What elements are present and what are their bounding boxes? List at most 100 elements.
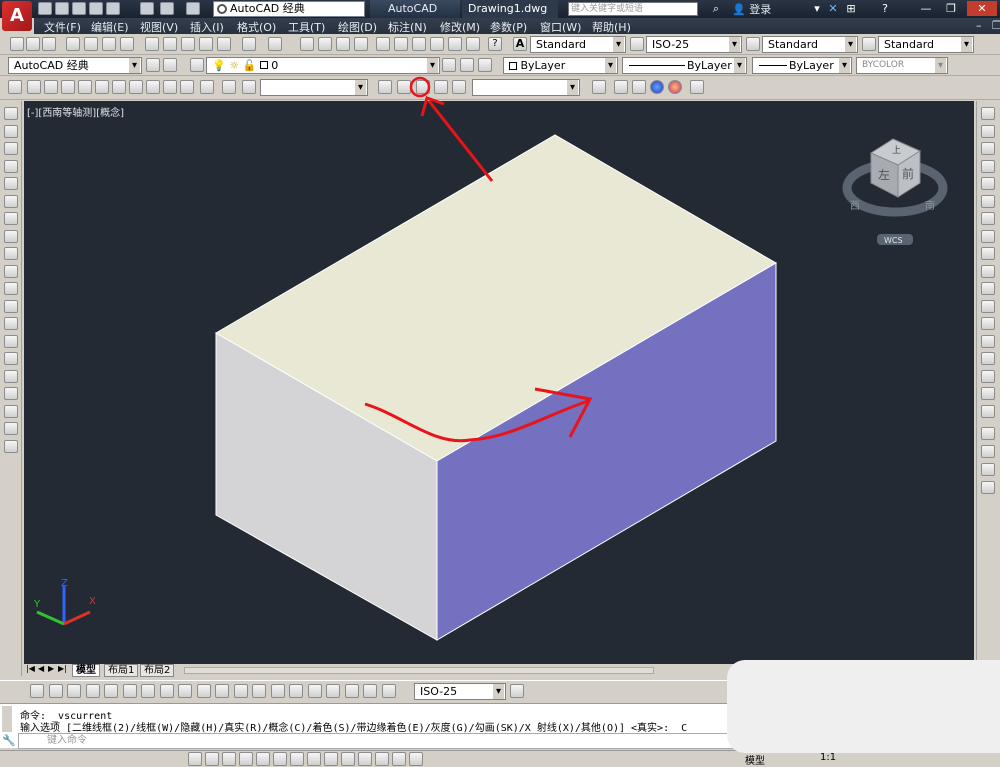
osnap-icon[interactable] <box>256 752 270 766</box>
conceptual-style-icon[interactable] <box>668 80 682 94</box>
baseline-icon[interactable] <box>196 684 211 698</box>
table-icon[interactable] <box>4 404 18 418</box>
explode-icon[interactable] <box>981 404 995 418</box>
cut-icon[interactable] <box>145 37 159 51</box>
polar-icon[interactable] <box>239 752 253 766</box>
wrench-icon[interactable]: 🔧 <box>2 734 16 748</box>
back-view-icon[interactable] <box>112 80 126 94</box>
close-button[interactable]: ✕ <box>967 1 997 16</box>
make-block-icon[interactable] <box>4 317 18 330</box>
dim-style-select-bottom[interactable]: ISO-25 <box>414 683 506 700</box>
polygon-icon[interactable] <box>4 159 18 173</box>
ellipse-icon[interactable] <box>4 264 18 278</box>
quickcalc-icon[interactable] <box>466 37 480 51</box>
make-current-layer-icon[interactable] <box>442 58 456 72</box>
open-icon[interactable] <box>26 37 40 51</box>
text-style-select[interactable]: Standard <box>530 36 626 53</box>
array-icon[interactable] <box>981 177 995 190</box>
menu-dimension[interactable]: 标注(N) <box>388 19 427 35</box>
right-view-icon[interactable] <box>78 80 92 94</box>
move-icon[interactable] <box>981 194 995 208</box>
space-icon[interactable] <box>233 684 248 698</box>
open-file-icon[interactable] <box>55 2 69 15</box>
2d-wireframe-icon[interactable] <box>614 80 628 94</box>
send-under-icon[interactable] <box>981 481 995 494</box>
plot-icon[interactable] <box>66 37 80 51</box>
menu-modify[interactable]: 修改(M) <box>440 19 480 35</box>
workspace-settings-icon[interactable] <box>146 58 160 72</box>
command-grip[interactable] <box>2 706 12 732</box>
hidden-style-icon[interactable] <box>632 80 646 94</box>
web-mobile-icon[interactable] <box>106 2 120 15</box>
bottom-view-icon[interactable] <box>44 80 58 94</box>
free-orbit-icon[interactable] <box>416 80 430 94</box>
rotate-icon[interactable] <box>981 212 995 225</box>
dim-text-edit-icon[interactable] <box>363 684 377 698</box>
copy-object-icon[interactable] <box>981 124 995 138</box>
sc-icon[interactable] <box>392 752 406 766</box>
revcloud-icon[interactable] <box>4 229 18 243</box>
visual-style-manager-icon[interactable] <box>592 80 606 94</box>
scale-icon[interactable] <box>981 229 995 243</box>
redo-icon[interactable] <box>186 2 200 15</box>
zoom-window-icon[interactable] <box>336 37 350 51</box>
new-icon[interactable] <box>10 37 24 51</box>
polyline-icon[interactable] <box>4 142 18 155</box>
otrack-icon[interactable] <box>290 752 304 766</box>
save-as-icon[interactable] <box>89 2 103 15</box>
trim-icon[interactable] <box>981 264 995 278</box>
menu-window[interactable]: 窗口(W) <box>540 19 581 35</box>
top-view-icon[interactable] <box>27 80 41 94</box>
hatch-icon[interactable] <box>4 352 18 365</box>
table-style-select[interactable]: Standard <box>762 36 858 53</box>
bring-above-icon[interactable] <box>981 463 995 476</box>
arc-length-icon[interactable] <box>67 684 81 698</box>
grid-icon[interactable] <box>205 752 219 766</box>
angular-icon[interactable] <box>159 684 174 698</box>
snap-icon[interactable] <box>188 752 202 766</box>
menu-view[interactable]: 视图(V) <box>140 19 178 35</box>
circle-icon[interactable] <box>4 212 18 225</box>
tab-nav-first[interactable]: |◀ <box>26 664 35 673</box>
app-store-icon[interactable]: ⊞ <box>842 1 860 16</box>
pan-icon[interactable] <box>378 80 392 94</box>
layer-properties-icon[interactable] <box>163 58 177 72</box>
orbit-icon[interactable] <box>397 80 411 94</box>
extend-icon[interactable] <box>981 282 995 295</box>
viewport-controls-label[interactable]: [-][西南等轴测][概念] <box>27 104 124 119</box>
ne-iso-icon[interactable] <box>163 80 177 94</box>
chamfer-icon[interactable] <box>981 352 995 365</box>
tab-layout2[interactable]: 布局2 <box>140 664 175 677</box>
offset-icon[interactable] <box>981 159 995 173</box>
line-icon[interactable] <box>4 107 18 120</box>
pan-icon[interactable] <box>300 37 314 51</box>
doc-restore[interactable]: ❐ <box>992 19 1000 32</box>
menu-help[interactable]: 帮助(H) <box>592 19 631 35</box>
named-views-icon[interactable] <box>8 80 22 94</box>
tab-nav-last[interactable]: ▶| <box>58 664 67 673</box>
fillet-icon[interactable] <box>981 369 995 383</box>
break-at-point-icon[interactable] <box>981 299 995 313</box>
multileader-style-select[interactable]: Standard <box>878 36 974 53</box>
front-view-icon[interactable] <box>95 80 109 94</box>
annotation-scale[interactable]: 1:1 <box>820 752 836 763</box>
tab-model[interactable]: 模型 <box>72 664 100 677</box>
dyn-icon[interactable] <box>324 752 338 766</box>
layer-select[interactable]: 💡 ☼ 🔓 0 <box>206 57 440 74</box>
break-icon[interactable] <box>981 317 995 330</box>
visual-style-select[interactable] <box>472 79 580 96</box>
workspace-switcher[interactable]: AutoCAD 经典 <box>213 1 365 17</box>
center-mark-icon[interactable] <box>289 684 303 698</box>
arc-icon[interactable] <box>4 194 18 208</box>
render-icon[interactable] <box>690 80 704 94</box>
point-icon[interactable] <box>4 334 18 348</box>
zoom-realtime-icon[interactable] <box>318 37 332 51</box>
draworder-front-icon[interactable] <box>981 427 995 440</box>
design-center-icon[interactable] <box>394 37 408 51</box>
help-icon[interactable]: ? <box>876 1 894 16</box>
qp-icon[interactable] <box>375 752 389 766</box>
viewcube[interactable]: 上 左 前 西 南 WCS <box>842 138 948 245</box>
ortho-icon[interactable] <box>222 752 236 766</box>
3d-dwf-icon[interactable] <box>120 37 134 51</box>
quick-dim-icon[interactable] <box>178 684 192 698</box>
